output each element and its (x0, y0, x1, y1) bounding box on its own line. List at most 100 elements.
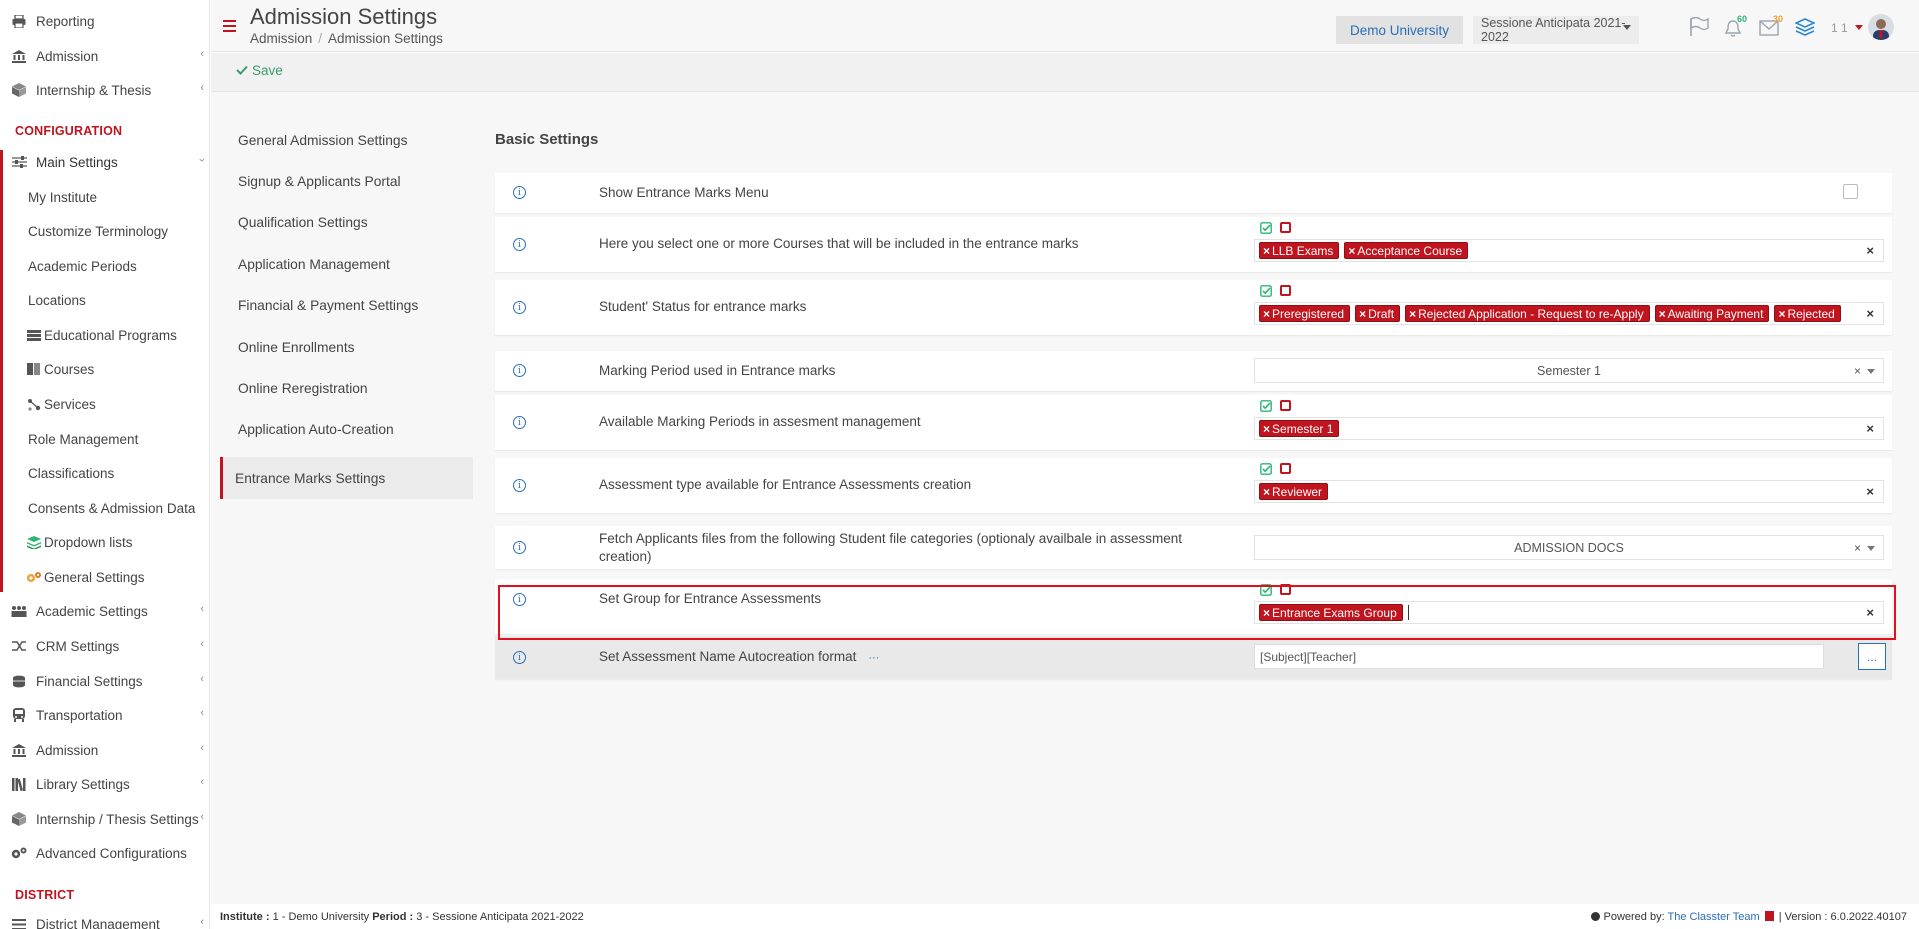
avatar[interactable] (1868, 14, 1894, 40)
settings-nav-auto-creation[interactable]: Application Auto-Creation (220, 408, 473, 450)
user-label[interactable]: 1 1 (1831, 21, 1848, 35)
flag-icon[interactable] (1689, 16, 1709, 39)
sidebar-item-library-settings[interactable]: Library Settings ‹ (0, 770, 209, 798)
settings-nav-entrance-marks[interactable]: Entrance Marks Settings (220, 457, 473, 499)
tag-semester-1[interactable]: × Semester 1 (1259, 420, 1340, 437)
deselect-all-icon[interactable] (1280, 285, 1291, 296)
tag-preregistered[interactable]: × Preregistered (1259, 305, 1351, 322)
sidebar-item-advanced-configurations[interactable]: Advanced Configurations (0, 839, 209, 867)
info-icon[interactable]: i (513, 186, 526, 199)
info-icon[interactable]: i (513, 416, 526, 429)
settings-nav-application-management[interactable]: Application Management (220, 243, 473, 285)
sidebar-sub-role-management[interactable]: Role Management (28, 425, 138, 453)
sidebar-item-district-management[interactable]: District Management ‹ (0, 910, 209, 929)
sidebar-item-internship[interactable]: Internship & Thesis ‹ (0, 76, 209, 104)
sidebar-item-admission[interactable]: Admission ‹ (0, 42, 209, 70)
classter-team-link[interactable]: The Classter Team (1668, 911, 1760, 923)
sidebar-sub-dropdown-lists[interactable]: Dropdown lists (26, 528, 133, 556)
sidebar-sub-academic-periods[interactable]: Academic Periods (28, 252, 137, 280)
sidebar-item-main-settings[interactable]: Main Settings ‹ (0, 148, 209, 176)
sidebar-item-internship-thesis-settings[interactable]: Internship / Thesis Settings ‹ (0, 805, 209, 833)
more-dots[interactable]: ··· (868, 652, 879, 664)
clear-icon[interactable]: × (1854, 364, 1861, 378)
deselect-all-icon[interactable] (1280, 584, 1291, 595)
clear-icon[interactable]: × (1866, 484, 1874, 499)
book-icon (26, 363, 42, 375)
save-button[interactable]: Save (236, 63, 283, 78)
select-all-icon[interactable] (1260, 400, 1272, 412)
chevron-left-icon: ‹ (200, 916, 204, 928)
sidebar-sub-courses[interactable]: Courses (26, 355, 94, 383)
top-header: Admission Settings Admission / Admission S… (211, 0, 1919, 52)
sidebar-sub-customize-terminology[interactable]: Customize Terminology (28, 217, 168, 245)
info-icon[interactable]: i (513, 593, 526, 606)
settings-nav-online-enrollments[interactable]: Online Enrollments (220, 326, 473, 368)
format-picker-button[interactable]: ... (1858, 643, 1886, 670)
info-icon[interactable]: i (513, 301, 526, 314)
tag-awaiting-payment[interactable]: × Awaiting Payment (1654, 305, 1770, 322)
select-all-icon[interactable] (1260, 222, 1272, 234)
sidebar-sub-my-institute[interactable]: My Institute (28, 183, 97, 211)
settings-nav-signup-portal[interactable]: Signup & Applicants Portal (220, 160, 473, 202)
breadcrumb-admission[interactable]: Admission (250, 31, 312, 46)
deselect-all-icon[interactable] (1280, 463, 1291, 474)
sidebar-sub-locations[interactable]: Locations (28, 286, 86, 314)
clear-icon[interactable]: × (1866, 605, 1874, 620)
settings-nav-financial-payment[interactable]: Financial & Payment Settings (220, 284, 473, 326)
tag-acceptance-course[interactable]: × Acceptance Course (1344, 242, 1469, 259)
clear-icon[interactable]: × (1866, 306, 1874, 321)
info-icon[interactable]: i (513, 479, 526, 492)
select-all-icon[interactable] (1260, 285, 1272, 297)
clear-icon[interactable]: × (1854, 541, 1861, 555)
sidebar-sub-general-settings[interactable]: General Settings (26, 563, 145, 591)
sidebar-item-financial-settings[interactable]: Financial Settings ‹ (0, 667, 209, 695)
setting-row-autocreation-format: i Set Assessment Name Autocreation forma… (495, 636, 1892, 679)
stack-icon[interactable] (1794, 18, 1816, 39)
user-caret-icon[interactable] (1855, 25, 1863, 30)
sidebar-item-academic-settings[interactable]: Academic Settings ‹ (0, 597, 209, 625)
sidebar: Reporting Admission ‹ Internship & Thesi… (0, 0, 210, 929)
select-all-icon[interactable] (1260, 463, 1272, 475)
hamburger-menu-icon[interactable] (223, 20, 236, 35)
sidebar-sub-services[interactable]: Services (26, 390, 96, 418)
info-icon[interactable]: i (513, 238, 526, 251)
tag-llb-exams[interactable]: × LLB Exams (1259, 242, 1340, 259)
sidebar-heading-district: DISTRICT (15, 888, 75, 902)
available-marking-periods-multiselect[interactable]: × Semester 1 × (1254, 417, 1884, 440)
sidebar-item-transportation[interactable]: Transportation ‹ (0, 701, 209, 729)
bus-icon (8, 708, 30, 722)
select-all-icon[interactable] (1260, 584, 1272, 596)
sidebar-item-reporting[interactable]: Reporting (0, 7, 209, 35)
sidebar-sub-classifications[interactable]: Classifications (28, 459, 114, 487)
settings-nav-general-admission[interactable]: General Admission Settings (220, 119, 473, 161)
clear-icon[interactable]: × (1866, 421, 1874, 436)
settings-nav-qualification[interactable]: Qualification Settings (220, 201, 473, 243)
tag-rejected-application[interactable]: × Rejected Application - Request to re-Ap… (1405, 305, 1650, 322)
deselect-all-icon[interactable] (1280, 400, 1291, 411)
clear-icon[interactable]: × (1866, 243, 1874, 258)
session-select[interactable]: Sessione Anticipata 2021-2022 (1473, 16, 1639, 44)
student-status-multiselect[interactable]: × Preregistered × Draft × Rejected Applicat… (1254, 302, 1884, 325)
tag-draft[interactable]: × Draft (1355, 305, 1401, 322)
courses-multiselect[interactable]: × LLB Exams × Acceptance Course × (1254, 239, 1884, 262)
show-entrance-menu-checkbox[interactable] (1843, 184, 1858, 199)
sidebar-sub-consents[interactable]: Consents & Admission Data (28, 494, 195, 522)
info-icon[interactable]: i (513, 364, 526, 377)
autocreation-format-input[interactable]: [Subject][Teacher] (1254, 644, 1824, 669)
institution-button[interactable]: Demo University (1336, 16, 1463, 44)
deselect-all-icon[interactable] (1280, 222, 1291, 233)
file-categories-select[interactable]: ADMISSION DOCS × (1254, 535, 1884, 560)
settings-nav-online-reregistration[interactable]: Online Reregistration (220, 367, 473, 409)
group-multiselect[interactable]: × Entrance Exams Group × (1254, 601, 1884, 624)
tag-entrance-exams-group[interactable]: × Entrance Exams Group (1259, 604, 1403, 621)
info-icon[interactable]: i (513, 651, 526, 664)
sidebar-item-admission-settings[interactable]: Admission ‹ (0, 736, 209, 764)
tag-reviewer[interactable]: × Reviewer (1259, 483, 1329, 500)
info-icon[interactable]: i (513, 541, 526, 554)
marking-period-select[interactable]: Semester 1 × (1254, 358, 1884, 383)
sidebar-item-crm-settings[interactable]: CRM Settings ‹ (0, 632, 209, 660)
sidebar-sub-educational-programs[interactable]: Educational Programs (26, 321, 177, 349)
assessment-type-multiselect[interactable]: × Reviewer × (1254, 480, 1884, 503)
chevron-left-icon: ‹ (200, 707, 204, 719)
tag-rejected[interactable]: × Rejected (1774, 305, 1841, 322)
